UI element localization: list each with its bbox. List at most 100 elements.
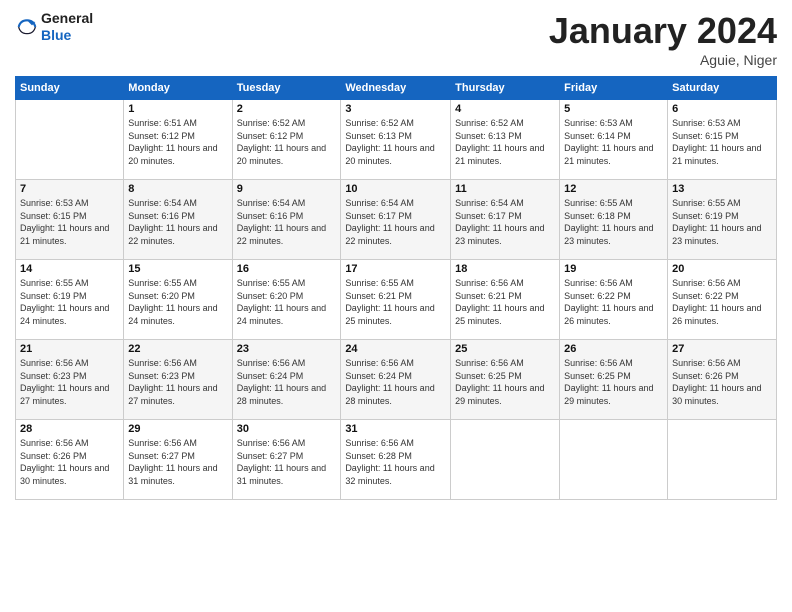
day-info: Sunrise: 6:55 AM Sunset: 6:18 PM Dayligh… — [564, 197, 663, 247]
calendar-cell: 17 Sunrise: 6:55 AM Sunset: 6:21 PM Dayli… — [341, 260, 451, 340]
day-info: Sunrise: 6:54 AM Sunset: 6:17 PM Dayligh… — [455, 197, 555, 247]
day-number: 13 — [672, 183, 772, 195]
day-number: 17 — [345, 263, 446, 275]
calendar-cell: 10 Sunrise: 6:54 AM Sunset: 6:17 PM Dayli… — [341, 180, 451, 260]
day-number: 29 — [128, 423, 227, 435]
col-tuesday: Tuesday — [232, 77, 341, 100]
calendar-week-1: 7 Sunrise: 6:53 AM Sunset: 6:15 PM Daylig… — [16, 180, 777, 260]
day-info: Sunrise: 6:55 AM Sunset: 6:20 PM Dayligh… — [128, 277, 227, 327]
day-info: Sunrise: 6:55 AM Sunset: 6:19 PM Dayligh… — [20, 277, 119, 327]
day-number: 12 — [564, 183, 663, 195]
day-info: Sunrise: 6:56 AM Sunset: 6:22 PM Dayligh… — [564, 277, 663, 327]
day-number: 24 — [345, 343, 446, 355]
logo-line2: Blue — [41, 27, 93, 44]
calendar-cell: 26 Sunrise: 6:56 AM Sunset: 6:25 PM Dayli… — [560, 340, 668, 420]
day-info: Sunrise: 6:52 AM Sunset: 6:13 PM Dayligh… — [455, 117, 555, 167]
location: Aguie, Niger — [549, 52, 777, 68]
calendar-cell: 15 Sunrise: 6:55 AM Sunset: 6:20 PM Dayli… — [124, 260, 232, 340]
calendar-cell: 1 Sunrise: 6:51 AM Sunset: 6:12 PM Daylig… — [124, 100, 232, 180]
day-info: Sunrise: 6:56 AM Sunset: 6:24 PM Dayligh… — [237, 357, 337, 407]
calendar-cell: 14 Sunrise: 6:55 AM Sunset: 6:19 PM Dayli… — [16, 260, 124, 340]
calendar-week-4: 28Sunrise: 6:56 AM Sunset: 6:26 PM Dayli… — [16, 420, 777, 500]
day-number: 11 — [455, 183, 555, 195]
day-info: Sunrise: 6:56 AM Sunset: 6:23 PM Dayligh… — [20, 357, 119, 407]
day-number: 4 — [455, 103, 555, 115]
calendar-cell: 25 Sunrise: 6:56 AM Sunset: 6:25 PM Dayli… — [451, 340, 560, 420]
day-number: 10 — [345, 183, 446, 195]
logo-icon — [17, 17, 37, 37]
calendar-cell: 6 Sunrise: 6:53 AM Sunset: 6:15 PM Daylig… — [668, 100, 777, 180]
calendar-cell: 4 Sunrise: 6:52 AM Sunset: 6:13 PM Daylig… — [451, 100, 560, 180]
calendar-cell: 2Sunrise: 6:52 AM Sunset: 6:12 PM Daylig… — [232, 100, 341, 180]
logo-line1: General — [41, 10, 93, 27]
day-number: 6 — [672, 103, 772, 115]
col-saturday: Saturday — [668, 77, 777, 100]
calendar-cell: 12 Sunrise: 6:55 AM Sunset: 6:18 PM Dayli… — [560, 180, 668, 260]
day-number: 31 — [345, 423, 446, 435]
day-info: Sunrise: 6:54 AM Sunset: 6:17 PM Dayligh… — [345, 197, 446, 247]
day-info: Sunrise: 6:56 AM Sunset: 6:27 PM Dayligh… — [128, 437, 227, 487]
day-info: Sunrise: 6:56 AM Sunset: 6:25 PM Dayligh… — [564, 357, 663, 407]
calendar-cell: 20 Sunrise: 6:56 AM Sunset: 6:22 PM Dayli… — [668, 260, 777, 340]
calendar-cell — [668, 420, 777, 500]
col-friday: Friday — [560, 77, 668, 100]
day-info: Sunrise: 6:52 AM Sunset: 6:13 PM Dayligh… — [345, 117, 446, 167]
day-number: 26 — [564, 343, 663, 355]
calendar-cell: 19Sunrise: 6:56 AM Sunset: 6:22 PM Dayli… — [560, 260, 668, 340]
day-info: Sunrise: 6:56 AM Sunset: 6:21 PM Dayligh… — [455, 277, 555, 327]
day-number: 25 — [455, 343, 555, 355]
calendar-cell: 9Sunrise: 6:54 AM Sunset: 6:16 PM Daylig… — [232, 180, 341, 260]
day-info: Sunrise: 6:55 AM Sunset: 6:21 PM Dayligh… — [345, 277, 446, 327]
day-number: 7 — [20, 183, 119, 195]
day-info: Sunrise: 6:56 AM Sunset: 6:26 PM Dayligh… — [20, 437, 119, 487]
calendar-cell: 13 Sunrise: 6:55 AM Sunset: 6:19 PM Dayli… — [668, 180, 777, 260]
calendar-cell: 3Sunrise: 6:52 AM Sunset: 6:13 PM Daylig… — [341, 100, 451, 180]
calendar-cell — [16, 100, 124, 180]
day-info: Sunrise: 6:53 AM Sunset: 6:14 PM Dayligh… — [564, 117, 663, 167]
day-number: 16 — [237, 263, 337, 275]
calendar-cell: 23 Sunrise: 6:56 AM Sunset: 6:24 PM Dayli… — [232, 340, 341, 420]
calendar-week-3: 21Sunrise: 6:56 AM Sunset: 6:23 PM Dayli… — [16, 340, 777, 420]
col-thursday: Thursday — [451, 77, 560, 100]
day-number: 22 — [128, 343, 227, 355]
day-info: Sunrise: 6:56 AM Sunset: 6:24 PM Dayligh… — [345, 357, 446, 407]
day-info: Sunrise: 6:51 AM Sunset: 6:12 PM Dayligh… — [128, 117, 227, 167]
calendar-cell: 30Sunrise: 6:56 AM Sunset: 6:27 PM Dayli… — [232, 420, 341, 500]
calendar-cell — [560, 420, 668, 500]
day-info: Sunrise: 6:54 AM Sunset: 6:16 PM Dayligh… — [128, 197, 227, 247]
day-number: 14 — [20, 263, 119, 275]
calendar-cell: 5Sunrise: 6:53 AM Sunset: 6:14 PM Daylig… — [560, 100, 668, 180]
calendar-cell: 28Sunrise: 6:56 AM Sunset: 6:26 PM Dayli… — [16, 420, 124, 500]
day-info: Sunrise: 6:53 AM Sunset: 6:15 PM Dayligh… — [20, 197, 119, 247]
calendar-cell: 8Sunrise: 6:54 AM Sunset: 6:16 PM Daylig… — [124, 180, 232, 260]
day-info: Sunrise: 6:53 AM Sunset: 6:15 PM Dayligh… — [672, 117, 772, 167]
day-number: 18 — [455, 263, 555, 275]
calendar-week-2: 14 Sunrise: 6:55 AM Sunset: 6:19 PM Dayli… — [16, 260, 777, 340]
day-info: Sunrise: 6:56 AM Sunset: 6:23 PM Dayligh… — [128, 357, 227, 407]
day-info: Sunrise: 6:56 AM Sunset: 6:25 PM Dayligh… — [455, 357, 555, 407]
day-number: 1 — [128, 103, 227, 115]
col-sunday: Sunday — [16, 77, 124, 100]
calendar-cell: 16 Sunrise: 6:55 AM Sunset: 6:20 PM Dayli… — [232, 260, 341, 340]
calendar-cell: 31Sunrise: 6:56 AM Sunset: 6:28 PM Dayli… — [341, 420, 451, 500]
day-number: 2 — [237, 103, 337, 115]
day-info: Sunrise: 6:55 AM Sunset: 6:20 PM Dayligh… — [237, 277, 337, 327]
calendar-cell: 24 Sunrise: 6:56 AM Sunset: 6:24 PM Dayli… — [341, 340, 451, 420]
calendar-cell — [451, 420, 560, 500]
day-number: 20 — [672, 263, 772, 275]
month-title: January 2024 — [549, 10, 777, 52]
day-info: Sunrise: 6:56 AM Sunset: 6:22 PM Dayligh… — [672, 277, 772, 327]
day-info: Sunrise: 6:56 AM Sunset: 6:26 PM Dayligh… — [672, 357, 772, 407]
day-number: 15 — [128, 263, 227, 275]
calendar-cell: 22 Sunrise: 6:56 AM Sunset: 6:23 PM Dayli… — [124, 340, 232, 420]
header-row: Sunday Monday Tuesday Wednesday Thursday… — [16, 77, 777, 100]
day-number: 27 — [672, 343, 772, 355]
day-number: 23 — [237, 343, 337, 355]
calendar-cell: 29 Sunrise: 6:56 AM Sunset: 6:27 PM Dayli… — [124, 420, 232, 500]
col-monday: Monday — [124, 77, 232, 100]
calendar-cell: 21Sunrise: 6:56 AM Sunset: 6:23 PM Dayli… — [16, 340, 124, 420]
day-info: Sunrise: 6:55 AM Sunset: 6:19 PM Dayligh… — [672, 197, 772, 247]
calendar-cell: 27 Sunrise: 6:56 AM Sunset: 6:26 PM Dayli… — [668, 340, 777, 420]
title-block: January 2024 Aguie, Niger — [549, 10, 777, 68]
day-info: Sunrise: 6:56 AM Sunset: 6:27 PM Dayligh… — [237, 437, 337, 487]
